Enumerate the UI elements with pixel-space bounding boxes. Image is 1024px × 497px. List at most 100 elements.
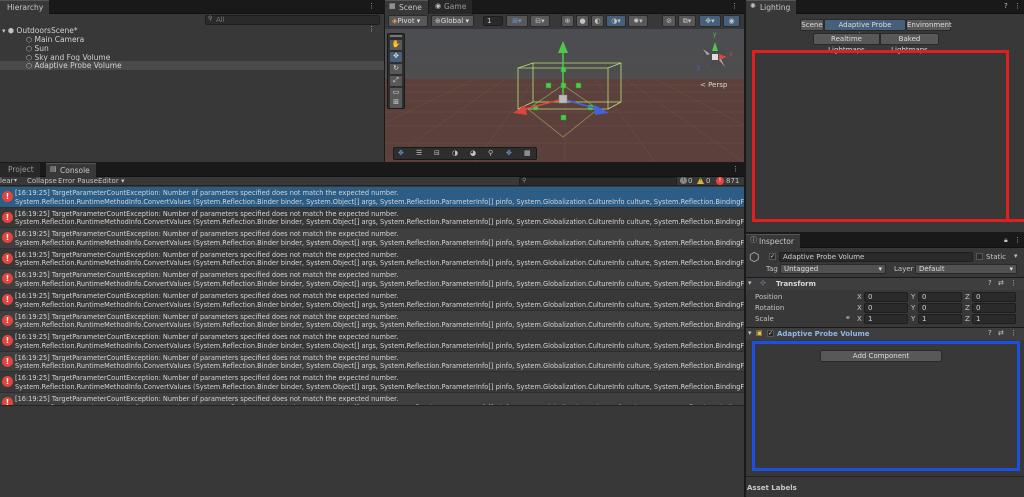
log-entry[interactable]: ! [16:19:25] TargetParameterCountExceptio… — [0, 351, 744, 373]
hierarchy-item[interactable]: ⬡ Sun — [26, 44, 49, 53]
help-icon[interactable]: ? — [1004, 3, 1008, 10]
transform-header[interactable]: ▾ ⊹ Transform ? ⇄ ⋮ — [746, 278, 1024, 290]
overlay-grid-icon[interactable]: ▦ — [524, 150, 531, 157]
asset-labels-header[interactable]: Asset Labels — [747, 484, 797, 492]
hierarchy-item[interactable]: ⬡ Main Camera — [26, 35, 84, 44]
overlay-gizmo-icon[interactable]: ✥ — [506, 150, 512, 157]
move-tool-button[interactable]: ✥ — [390, 52, 402, 62]
link-icon[interactable]: ⚭ — [845, 315, 851, 322]
transform-tool-button[interactable]: ⊞ — [390, 98, 402, 108]
persp-label[interactable]: < Persp — [700, 81, 727, 89]
rotation-z-field[interactable]: 0 — [972, 303, 1016, 313]
rotation-x-field[interactable]: 0 — [864, 303, 908, 313]
chevron-down-icon[interactable]: ▾ — [748, 280, 752, 287]
menu-icon[interactable]: ⋮ — [368, 3, 375, 10]
debug-mode-button[interactable]: ◑▾ — [606, 15, 626, 27]
preset-icon[interactable]: ⇄ — [998, 280, 1004, 287]
log-entry[interactable]: ! [16:19:25] TargetParameterCountExceptio… — [0, 290, 744, 311]
position-z-field[interactable]: 0 — [972, 292, 1016, 302]
active-checkbox[interactable]: ✓ — [769, 253, 776, 260]
rotate-tool-button[interactable]: ↻ — [390, 64, 402, 74]
chevron-down-icon[interactable]: ▾ — [748, 330, 752, 337]
help-icon[interactable]: ? — [988, 330, 992, 337]
log-entry[interactable]: ! [16:19:25] TargetParameterCountExceptio… — [0, 393, 744, 405]
editor-dropdown[interactable]: Editor ▾ — [98, 177, 124, 185]
hand-tool-button[interactable]: ✋ — [390, 40, 402, 50]
help-icon[interactable]: ? — [988, 280, 992, 287]
scale-tool-button[interactable]: ⤢ — [390, 76, 402, 86]
lighting-tab-scene[interactable]: Scene — [800, 19, 824, 31]
position-x-field[interactable]: 0 — [864, 292, 908, 302]
menu-icon[interactable]: ⋮ — [732, 166, 739, 173]
console-detail-pane[interactable] — [0, 405, 744, 497]
divider[interactable] — [744, 0, 746, 497]
hierarchy-item-selected[interactable]: ⬡ Adaptive Probe Volume — [26, 61, 122, 70]
log-entry[interactable]: ! [16:19:25] TargetParameterCountExceptio… — [0, 331, 744, 352]
pivot-dropdown[interactable]: ◈Pivot ▾ — [388, 15, 428, 27]
lighting-tab-realtime[interactable]: Realtime Lightmaps — [813, 33, 880, 54]
log-entry[interactable]: ! [16:19:25] TargetParameterCountExceptio… — [0, 310, 744, 332]
lock-icon[interactable]: 🔒︎ — [1004, 237, 1008, 244]
overlay-moon-icon[interactable]: ◑ — [452, 150, 458, 157]
log-entry[interactable]: ! [16:19:25] TargetParameterCountExceptio… — [0, 228, 744, 249]
menu-icon[interactable]: ⋮ — [1010, 280, 1017, 287]
warning-icon[interactable]: ! — [697, 177, 704, 184]
console-log-list[interactable]: ! [16:19:25] TargetParameterCountExceptio… — [0, 187, 744, 405]
rect-tool-button[interactable]: ▭ — [390, 88, 402, 98]
log-entry[interactable]: ! [16:19:25] TargetParameterCountExceptio… — [0, 187, 744, 208]
divider[interactable] — [746, 232, 1024, 234]
scale-y-field[interactable]: 1 — [918, 314, 962, 324]
scene-menu-icon[interactable]: ⋮ — [368, 26, 375, 33]
snap-increment-field[interactable]: 1 — [483, 16, 503, 26]
add-component-button[interactable]: Add Component — [820, 350, 942, 362]
apv-component-header[interactable]: ▾ ▣ ✓ Adaptive Probe Volume ? ⇄ ⋮ — [746, 328, 1024, 340]
shaded-button[interactable]: ● — [576, 15, 589, 27]
layer-dropdown[interactable]: Default ▾ — [915, 264, 1017, 274]
gizmos-button[interactable]: ✥▾ — [699, 15, 721, 27]
preset-icon[interactable]: ⇄ — [998, 330, 1004, 337]
log-entry[interactable]: ! [16:19:25] TargetParameterCountExceptio… — [0, 207, 744, 229]
scene-root-row[interactable]: ▾ ⬢ OutdoorsScene* — [2, 26, 78, 35]
divider[interactable] — [384, 0, 385, 162]
info-count-icon[interactable]: ! — [680, 177, 687, 184]
lighting-toggle-button[interactable]: ✹▾ — [628, 15, 648, 27]
menu-icon[interactable]: ⋮ — [731, 3, 738, 10]
tab-hierarchy[interactable]: Hierarchy — [0, 0, 50, 14]
global-dropdown[interactable]: ⊕Global ▾ — [431, 15, 474, 27]
static-checkbox[interactable] — [976, 253, 983, 260]
clear-dropdown-icon[interactable]: ▾ — [14, 177, 22, 186]
lighting-tab-baked[interactable]: Baked Lightmaps — [880, 33, 939, 54]
scene-viewport[interactable]: y x z < Persp ✋ ✥ ↻ ⤢ ▭ ⊞ ✥ ☰ ⊟ ◑ ◕ ⚲ ✥ … — [385, 29, 744, 162]
chevron-down-icon[interactable]: ▾ — [2, 28, 6, 35]
menu-icon[interactable]: ⋮ — [1010, 330, 1017, 337]
collapse-button[interactable]: Collapse — [27, 177, 57, 185]
tag-dropdown[interactable]: Untagged ▾ — [780, 264, 886, 274]
error-count-icon[interactable]: ! — [716, 177, 724, 185]
effects-button[interactable]: ⧉▾ — [678, 15, 696, 27]
static-dropdown-icon[interactable]: ▾ — [1014, 253, 1018, 260]
tab-project[interactable]: Project — [0, 163, 40, 177]
log-entry[interactable]: ! [16:19:25] TargetParameterCountExceptio… — [0, 372, 744, 393]
overlay-search-icon[interactable]: ⚲ — [488, 150, 493, 157]
lighting-tab-environment[interactable]: Environment — [906, 19, 952, 31]
divider[interactable] — [0, 162, 744, 163]
grid-snap-button[interactable]: ⊞▾ — [506, 15, 528, 27]
overlay-bake-icon[interactable]: ⊟ — [434, 150, 440, 157]
component-enabled-checkbox[interactable]: ✓ — [767, 330, 774, 337]
menu-icon[interactable]: ⋮ — [1014, 3, 1021, 10]
scale-z-field[interactable]: 1 — [972, 314, 1016, 324]
visibility-button[interactable]: ◉ — [723, 15, 740, 27]
audio-button[interactable]: ⊘ — [662, 15, 676, 27]
position-y-field[interactable]: 0 — [918, 292, 962, 302]
object-name-field[interactable]: Adaptive Probe Volume — [779, 252, 973, 262]
menu-icon[interactable]: ⋮ — [1014, 237, 1021, 244]
palette-grip[interactable] — [390, 35, 402, 37]
overlay-move-icon[interactable]: ✥ — [398, 150, 404, 157]
log-entry[interactable]: ! [16:19:25] TargetParameterCountExceptio… — [0, 269, 744, 290]
incremental-snap-button[interactable]: ⊟▾ — [530, 15, 550, 27]
error-pause-button[interactable]: Error Pause — [58, 177, 98, 185]
lighting-tab-apv[interactable]: Adaptive Probe Volumes — [824, 19, 906, 40]
console-search-input[interactable] — [519, 177, 677, 186]
rotation-y-field[interactable]: 0 — [918, 303, 962, 313]
overlay-sphere-icon[interactable]: ◕ — [470, 150, 476, 157]
